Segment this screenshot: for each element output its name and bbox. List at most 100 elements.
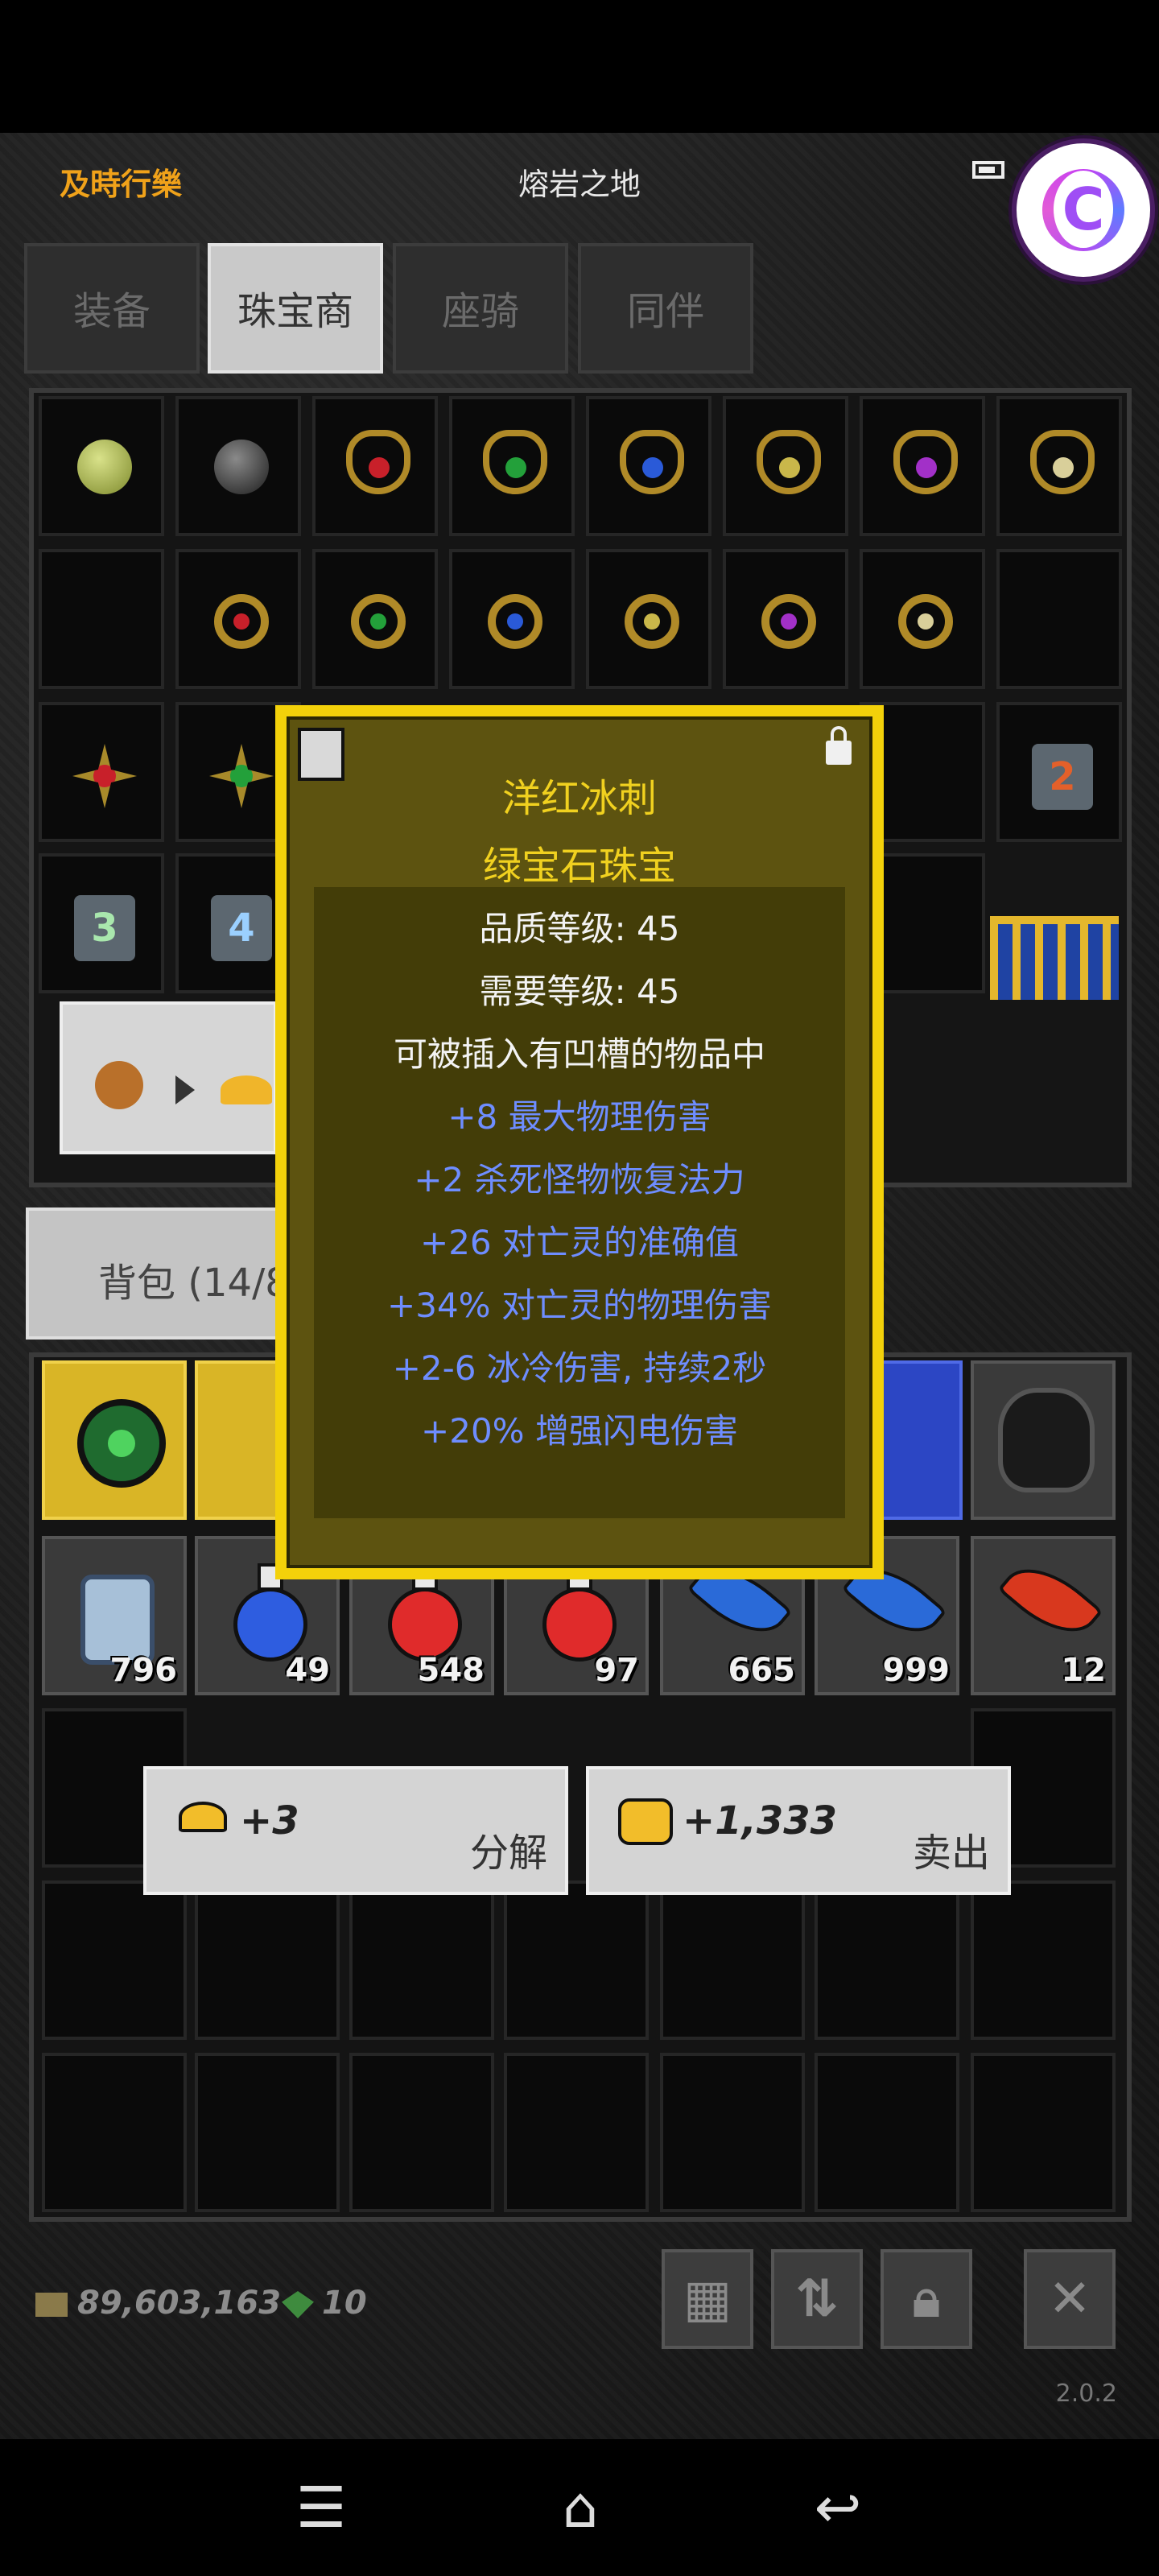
tab-jeweler[interactable]: 珠宝商 [208, 243, 383, 374]
jeweler-slot[interactable] [39, 396, 164, 536]
item-count: 796 [109, 1652, 178, 1689]
backpack-slot-empty[interactable] [660, 2053, 805, 2212]
green-jewel-icon [209, 744, 274, 808]
purple-amulet-icon [893, 430, 958, 494]
backpack-slot-selected[interactable] [42, 1360, 187, 1520]
yellow-ring-icon [625, 594, 679, 649]
jeweler-slot[interactable] [175, 549, 301, 689]
backpack-slot-empty[interactable] [349, 2053, 494, 2212]
socket-hint: 可被插入有凹槽的物品中 [393, 1034, 765, 1074]
jeweler-slot[interactable] [312, 549, 438, 689]
backpack-label: 背包 (14/8 [98, 1261, 290, 1306]
item-count: 548 [417, 1652, 485, 1689]
backpack-slot-empty[interactable] [815, 1880, 959, 2040]
tooltip-panel: 洋红冰刺 绿宝石珠宝 品质等级: 45 需要等级: 45 可被插入有凹槽的物品中… [287, 716, 872, 1568]
jeweler-slot[interactable] [723, 396, 848, 536]
grid-view-button[interactable]: ▦ [662, 2249, 753, 2349]
sell-amount: +1,333 [683, 1798, 838, 1843]
player-name: 及時行樂 [60, 167, 183, 202]
salvage-button[interactable]: +3 分解 [143, 1766, 568, 1895]
rune-stone-icon: 4 [211, 895, 272, 961]
yellow-amulet-icon [757, 430, 821, 494]
sort-button[interactable]: ⇅ [771, 2249, 863, 2349]
jeweler-slot[interactable] [996, 396, 1122, 536]
tab-companion[interactable]: 同伴 [578, 243, 753, 374]
purple-ring-icon [761, 594, 816, 649]
jeweler-slot[interactable] [586, 396, 711, 536]
sort-icon: ⇅ [795, 2269, 839, 2329]
jeweler-slot[interactable] [723, 549, 848, 689]
rune-stone-icon: 2 [1032, 744, 1093, 810]
white-ring-icon [898, 594, 953, 649]
jeweler-slot[interactable]: 2 [996, 702, 1122, 842]
backpack-slot-empty[interactable] [42, 2053, 187, 2212]
gold-fence-icon [990, 916, 1119, 1000]
item-mod: +20% 增强闪电伤害 [421, 1411, 738, 1451]
jeweler-slot[interactable] [860, 549, 985, 689]
item-mod: +2-6 冰冷伤害, 持续2秒 [392, 1348, 767, 1388]
gem-balance: 10 [282, 2285, 367, 2322]
menu-icon[interactable]: ☰ [277, 2479, 365, 2536]
close-icon: ✕ [1048, 2269, 1091, 2329]
item-mod: +26 对亡灵的准确值 [420, 1223, 739, 1262]
jeweler-slot[interactable] [449, 549, 575, 689]
jeweler-slot[interactable]: 3 [39, 853, 164, 993]
grid-icon: ▦ [683, 2269, 732, 2329]
back-icon[interactable]: ↩ [794, 2479, 882, 2536]
jeweler-slot-empty[interactable] [39, 549, 164, 689]
backpack-slot-empty[interactable] [815, 2053, 959, 2212]
yellow-orb-icon [77, 440, 132, 494]
item-mod: +34% 对亡灵的物理伤害 [387, 1286, 772, 1325]
red-feather-icon [997, 1550, 1103, 1651]
arrow-right-icon [175, 1075, 195, 1104]
floating-app-icon[interactable] [1012, 138, 1155, 282]
red-jewel-icon [72, 744, 137, 808]
quality-level: 品质等级: 45 [479, 909, 680, 948]
green-amulet-icon [483, 430, 547, 494]
backpack-slot[interactable] [971, 1360, 1116, 1520]
rune-stone-icon: 3 [74, 895, 135, 961]
tab-equipment[interactable]: 装备 [24, 243, 200, 374]
backpack-slot-empty[interactable] [504, 2053, 649, 2212]
zone-title: 熔岩之地 [518, 167, 641, 202]
required-level: 需要等级: 45 [479, 972, 680, 1011]
jeweler-slot[interactable] [175, 396, 301, 536]
jeweler-slot-empty[interactable] [996, 549, 1122, 689]
jeweler-slot[interactable] [312, 396, 438, 536]
item-count: 999 [882, 1652, 951, 1689]
backpack-slot-empty[interactable] [504, 1880, 649, 2040]
jeweler-slot[interactable] [39, 702, 164, 842]
backpack-slot[interactable]: 796 [42, 1536, 187, 1695]
backpack-slot-empty[interactable] [195, 2053, 340, 2212]
gold-shard-icon [179, 1802, 227, 1832]
backpack-slot-empty[interactable] [42, 1880, 187, 2040]
close-button[interactable]: ✕ [1024, 2249, 1116, 2349]
item-name: 洋红冰刺 [501, 776, 657, 821]
version-label: 2.0.2 [1055, 2380, 1117, 2408]
item-tooltip: 洋红冰刺 绿宝石珠宝 品质等级: 45 需要等级: 45 可被插入有凹槽的物品中… [275, 705, 884, 1579]
item-count: 665 [728, 1652, 796, 1689]
tab-mount[interactable]: 座骑 [393, 243, 568, 374]
battery-icon [972, 161, 1004, 179]
jeweler-upgrade-panel[interactable] [60, 1001, 277, 1154]
backpack-slot-empty[interactable] [971, 1880, 1116, 2040]
sell-label: 卖出 [912, 1831, 990, 1876]
item-mod: +2 杀死怪物恢复法力 [414, 1160, 745, 1199]
tooltip-body: 品质等级: 45 需要等级: 45 可被插入有凹槽的物品中 +8 最大物理伤害 … [314, 887, 845, 1518]
sell-button[interactable]: +1,333 卖出 [586, 1766, 1011, 1895]
salvage-amount: +3 [240, 1798, 299, 1843]
jeweler-slot[interactable] [586, 549, 711, 689]
item-count: 49 [285, 1652, 330, 1689]
backpack-slot-empty[interactable] [660, 1880, 805, 2040]
backpack-slot-empty[interactable] [195, 1880, 340, 2040]
app-logo-icon [1042, 169, 1124, 251]
item-count: 97 [594, 1652, 639, 1689]
backpack-slot-empty[interactable] [971, 2053, 1116, 2212]
jeweler-slot[interactable] [860, 396, 985, 536]
lock-button[interactable]: 🔒︎ [881, 2249, 972, 2349]
jeweler-slot[interactable] [449, 396, 575, 536]
backpack-slot[interactable]: 12 [971, 1536, 1116, 1695]
home-icon[interactable]: ⌂ [536, 2479, 625, 2536]
red-amulet-icon [346, 430, 410, 494]
backpack-slot-empty[interactable] [349, 1880, 494, 2040]
